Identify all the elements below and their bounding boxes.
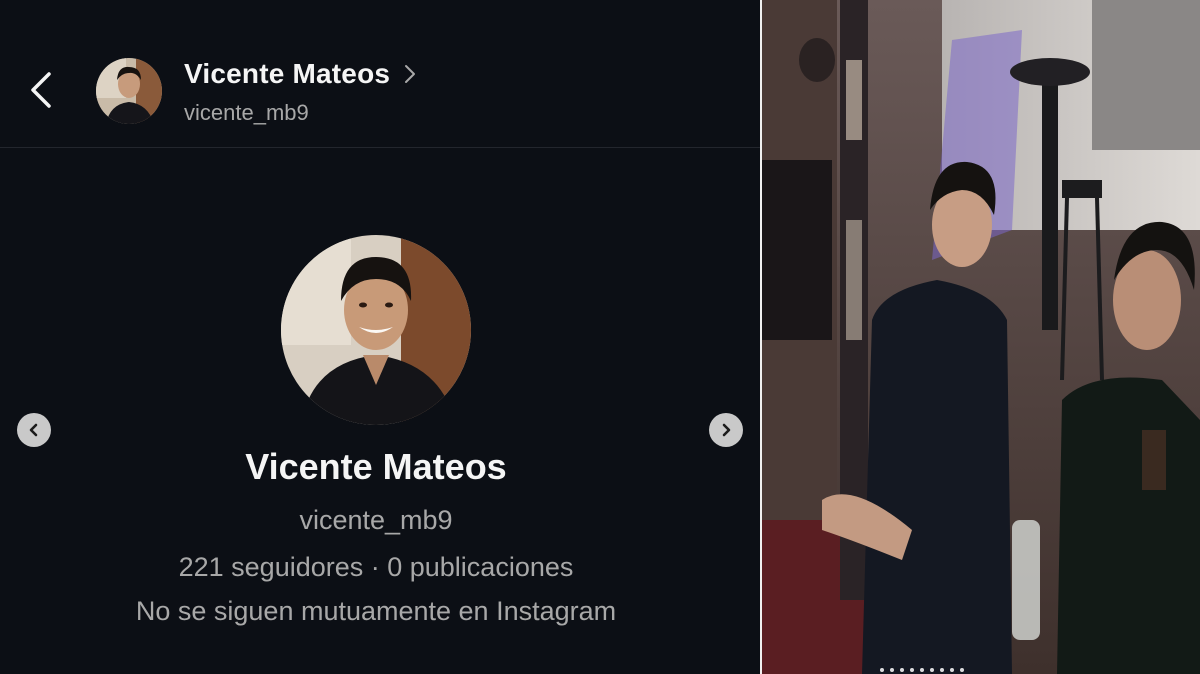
avatar-image: [96, 58, 162, 124]
instagram-profile-panel: Vicente Mateos vicente_mb9 Vicente Mateo…: [0, 0, 760, 674]
chevron-right-icon: [405, 65, 416, 83]
profile-picture[interactable]: [281, 235, 471, 425]
avatar[interactable]: [96, 58, 162, 124]
profile-stats: 221 seguidores · 0 publicaciones: [178, 552, 574, 582]
chevron-right-icon: [722, 423, 731, 437]
chat-header: Vicente Mateos vicente_mb9: [0, 0, 760, 148]
mutual-follow-status: No se siguen mutuamente en Instagram: [135, 596, 617, 626]
carousel-next-button[interactable]: [709, 413, 743, 447]
header-username: vicente_mb9: [184, 100, 309, 125]
header-profile-link[interactable]: Vicente Mateos: [184, 58, 416, 90]
header-name: Vicente Mateos: [184, 58, 391, 89]
profile-name: Vicente Mateos: [245, 446, 507, 487]
back-button[interactable]: [22, 68, 62, 112]
chevron-left-icon: [29, 423, 38, 437]
bar-security-photo: [762, 0, 1200, 674]
chevron-left-icon: [31, 72, 51, 108]
carousel-prev-button[interactable]: [17, 413, 51, 447]
profile-username: vicente_mb9: [299, 505, 453, 535]
profile-picture-image: [281, 235, 471, 425]
bar-scene-image: [762, 0, 1200, 674]
